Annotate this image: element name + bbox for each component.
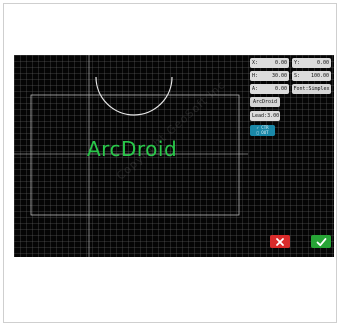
- text-object[interactable]: ArcDroid: [87, 137, 177, 161]
- h-label: H:: [252, 73, 259, 79]
- x-label: X:: [252, 60, 259, 66]
- lead-value: 3.00: [267, 113, 280, 119]
- lead-field[interactable]: Lead: 3.00: [250, 111, 280, 121]
- lead-label: Lead:: [252, 113, 268, 119]
- y-value: 0.00: [316, 60, 329, 66]
- cancel-button[interactable]: [270, 235, 290, 248]
- angle-field[interactable]: A: 0.00: [250, 84, 289, 94]
- close-icon: [276, 237, 284, 246]
- s-value: 100.00: [310, 73, 329, 79]
- confirm-button[interactable]: [311, 235, 331, 248]
- arc-path[interactable]: [95, 76, 173, 116]
- h-value: 30.00: [271, 73, 287, 79]
- out-option: □ OUT: [256, 130, 269, 135]
- ctr-out-toggle[interactable]: ✓ CTR □ OUT: [250, 125, 275, 136]
- y-label: Y:: [294, 60, 301, 66]
- a-value: 0.00: [274, 86, 287, 92]
- font-selector[interactable]: Font:Simplex: [292, 84, 331, 94]
- a-label: A:: [252, 86, 259, 92]
- x-field[interactable]: X: 0.00: [250, 58, 289, 68]
- x-value: 0.00: [274, 60, 287, 66]
- text-button[interactable]: ArcDroid: [250, 97, 280, 107]
- spacing-field[interactable]: S: 100.00: [292, 71, 331, 81]
- height-field[interactable]: H: 30.00: [250, 71, 289, 81]
- y-field[interactable]: Y: 0.00: [292, 58, 331, 68]
- check-icon: [316, 237, 326, 246]
- s-label: S:: [294, 73, 301, 79]
- design-canvas[interactable]: Copyright GeoSoft Inc ArcDroid X: 0.00 Y…: [14, 55, 334, 257]
